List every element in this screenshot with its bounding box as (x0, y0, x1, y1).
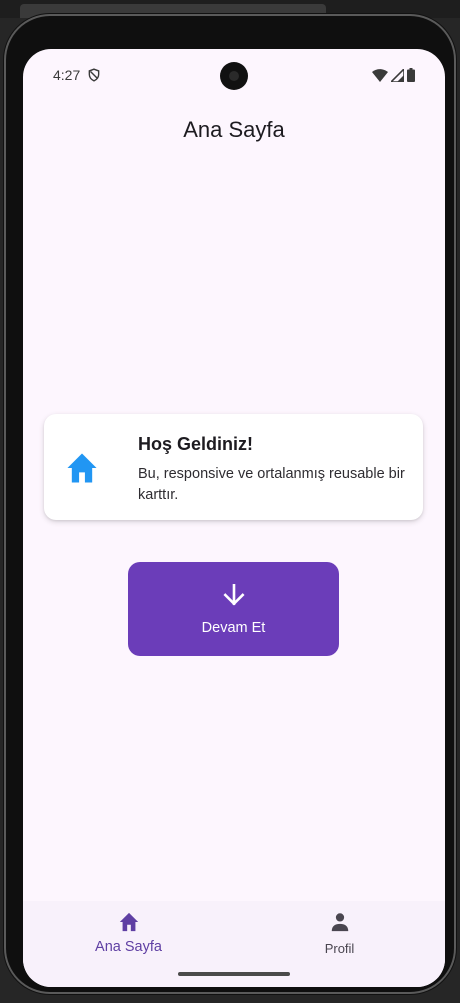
status-bar: 4:27 (23, 49, 445, 101)
arrow-down-icon (223, 583, 245, 606)
wifi-icon (372, 68, 388, 82)
cellular-icon (391, 68, 404, 82)
shield-icon (88, 68, 100, 82)
phone-frame: 4:27 Ana Sayfa Hoş Geldiniz! Bu, respons… (4, 14, 456, 994)
nav-item-label: Profil (324, 941, 355, 956)
page-title: Ana Sayfa (183, 117, 285, 142)
continue-button[interactable]: Devam Et (128, 562, 339, 656)
welcome-card: Hoş Geldiniz! Bu, responsive ve ortalanm… (44, 414, 423, 520)
status-icons (372, 68, 415, 82)
app-screen: 4:27 Ana Sayfa Hoş Geldiniz! Bu, respons… (23, 49, 445, 987)
card-body: Bu, responsive ve ortalanmış reusable bi… (138, 466, 405, 503)
status-time: 4:27 (53, 67, 81, 83)
front-camera (220, 62, 248, 90)
person-icon (331, 913, 349, 932)
home-icon (67, 453, 97, 483)
battery-icon (407, 68, 415, 82)
continue-button-label: Devam Et (201, 620, 266, 636)
card-title: Hoş Geldiniz! (138, 434, 254, 454)
gesture-handle[interactable] (178, 972, 290, 976)
nav-item-label: Ana Sayfa (95, 939, 162, 955)
home-icon (119, 912, 139, 932)
